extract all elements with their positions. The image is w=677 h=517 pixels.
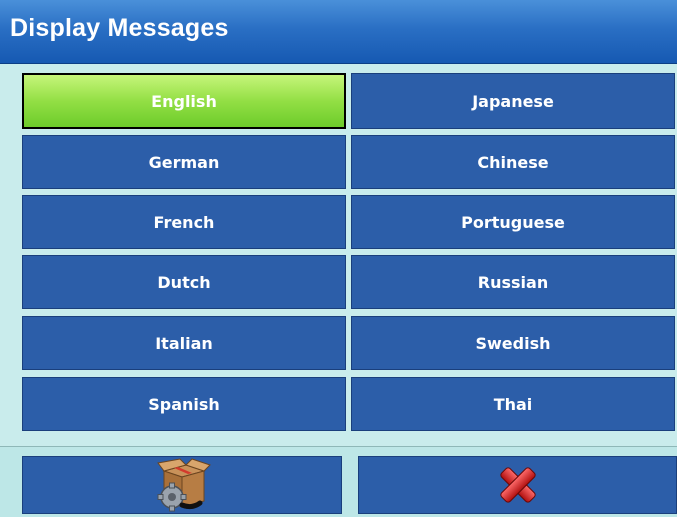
language-button-thai[interactable]: Thai bbox=[351, 377, 675, 431]
language-button-german[interactable]: German bbox=[22, 135, 346, 189]
box-gear-icon bbox=[157, 458, 211, 512]
red-x-icon bbox=[499, 467, 536, 503]
cancel-button[interactable] bbox=[358, 456, 677, 514]
page-title: Display Messages bbox=[10, 14, 229, 42]
setup-button[interactable] bbox=[22, 456, 342, 514]
language-button-french[interactable]: French bbox=[22, 195, 346, 249]
softkey-bar bbox=[0, 446, 677, 517]
language-button-chinese[interactable]: Chinese bbox=[351, 135, 675, 189]
language-button-japanese[interactable]: Japanese bbox=[351, 73, 675, 129]
language-button-dutch[interactable]: Dutch bbox=[22, 255, 346, 309]
language-button-russian[interactable]: Russian bbox=[351, 255, 675, 309]
title-bar: Display Messages bbox=[0, 0, 677, 64]
language-button-italian[interactable]: Italian bbox=[22, 316, 346, 370]
language-button-spanish[interactable]: Spanish bbox=[22, 377, 346, 431]
language-grid: English German French Dutch Italian Span… bbox=[8, 64, 677, 446]
language-button-english[interactable]: English bbox=[22, 73, 346, 129]
language-button-portuguese[interactable]: Portuguese bbox=[351, 195, 675, 249]
language-button-swedish[interactable]: Swedish bbox=[351, 316, 675, 370]
